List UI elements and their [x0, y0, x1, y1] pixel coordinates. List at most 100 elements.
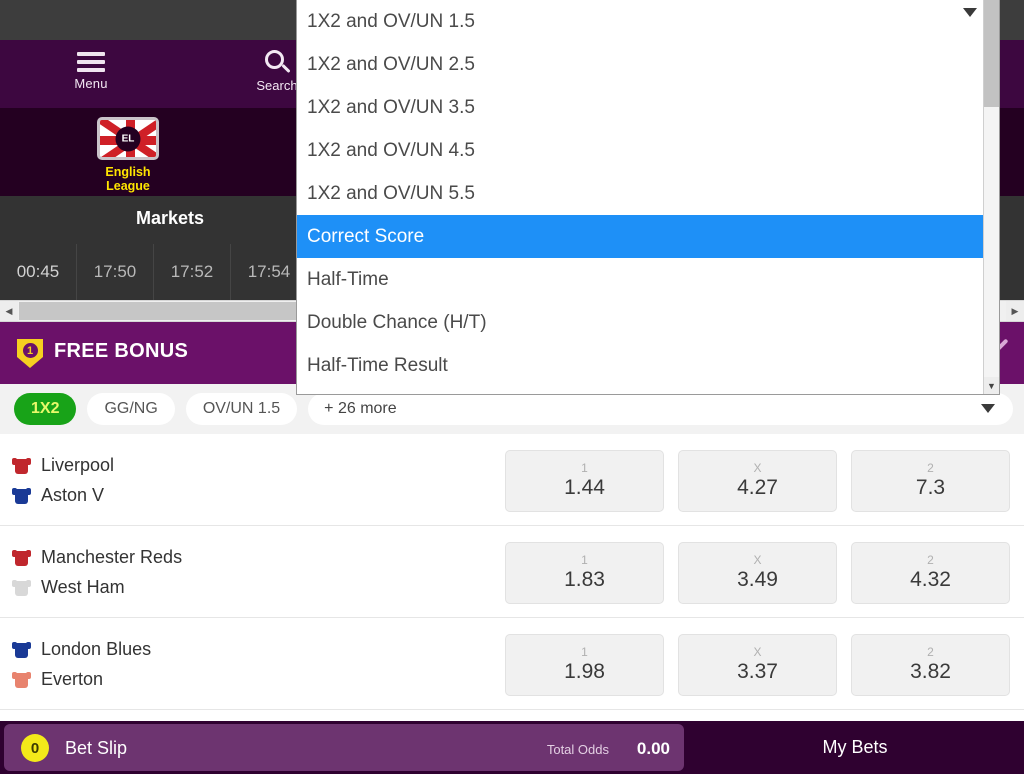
- markets-title: Markets: [135, 208, 205, 228]
- odds-group: 1 1.98 X 3.37 2 3.82: [505, 634, 1010, 696]
- league-item-english-league[interactable]: EL English League: [85, 117, 171, 193]
- odd-value: 1.83: [564, 568, 605, 591]
- odd-key: 2: [927, 645, 934, 659]
- dropdown-item[interactable]: 1X2 and OV/UN 4.5: [297, 129, 985, 172]
- home-team: Manchester Reds: [12, 542, 182, 572]
- search-icon: [263, 49, 291, 77]
- match-teams: Manchester Reds West Ham: [12, 542, 182, 602]
- odd-key: X: [753, 461, 762, 475]
- odd-button[interactable]: 1 1.44: [505, 450, 664, 512]
- bet-slip-button[interactable]: 0 Bet Slip Total Odds 0.00: [4, 724, 684, 771]
- odd-button[interactable]: 2 4.32: [851, 542, 1010, 604]
- team-name: Aston V: [41, 484, 105, 505]
- odds-group: 1 1.83 X 3.49 2 4.32: [505, 542, 1010, 604]
- scroll-left-arrow-icon[interactable]: ◀: [0, 301, 18, 321]
- bet-slip-count-badge: 0: [21, 734, 49, 762]
- team-name: Liverpool: [41, 454, 115, 475]
- dropdown-item[interactable]: 1X2 and OV/UN 5.5: [297, 172, 985, 215]
- odd-key: 2: [927, 461, 934, 475]
- away-team: Aston V: [12, 480, 114, 510]
- league-name-label: English League: [105, 165, 151, 193]
- match-row[interactable]: London Blues Everton 1 1.98 X 3.37 2 3.82: [0, 618, 1024, 710]
- match-list: Liverpool Aston V 1 1.44 X 4.27 2 7.3 Manchester…: [0, 434, 1024, 721]
- dropdown-item[interactable]: Half-Time Result: [297, 344, 985, 387]
- odd-value: 3.82: [910, 660, 951, 683]
- hamburger-icon: [77, 52, 105, 72]
- odd-value: 1.98: [564, 660, 605, 683]
- dropdown-item[interactable]: Correct Score: [297, 215, 985, 258]
- bottom-action-bar: 0 Bet Slip Total Odds 0.00 My Bets: [0, 721, 1024, 774]
- away-team: Everton: [12, 664, 151, 694]
- dropdown-item[interactable]: Double Chance (H/T): [297, 301, 985, 344]
- match-teams: Liverpool Aston V: [12, 450, 114, 510]
- jersey-icon: [12, 487, 31, 504]
- menu-button-label: Menu: [74, 76, 108, 91]
- odd-key: X: [753, 645, 762, 659]
- odd-key: X: [753, 553, 762, 567]
- league-badge-text: EL: [115, 126, 141, 151]
- total-odds-value: 0.00: [636, 739, 670, 758]
- match-row[interactable]: Liverpool Aston V 1 1.44 X 4.27 2 7.3: [0, 434, 1024, 526]
- chevron-down-icon: [981, 404, 995, 413]
- odd-button[interactable]: X 3.37: [678, 634, 837, 696]
- odd-button[interactable]: 2 3.82: [851, 634, 1010, 696]
- menu-button[interactable]: Menu: [62, 46, 120, 91]
- my-bets-label: My Bets: [822, 737, 888, 757]
- jersey-icon: [12, 457, 31, 474]
- market-dropdown-menu[interactable]: 1X2 and OV/UN 1.5 1X2 and OV/UN 2.5 1X2 an…: [296, 0, 1000, 395]
- free-bonus-label: FREE BONUS: [54, 340, 189, 362]
- jersey-icon: [12, 671, 31, 688]
- time-tab[interactable]: 17:52: [154, 244, 231, 300]
- jersey-icon: [12, 549, 31, 566]
- team-name: West Ham: [41, 576, 125, 597]
- odd-key: 1: [581, 461, 588, 475]
- odd-button[interactable]: 2 7.3: [851, 450, 1010, 512]
- jersey-icon: [12, 641, 31, 658]
- dropdown-item[interactable]: Half-Time: [297, 258, 985, 301]
- odds-group: 1 1.44 X 4.27 2 7.3: [505, 450, 1010, 512]
- away-team: West Ham: [12, 572, 182, 602]
- team-name: Everton: [41, 668, 104, 689]
- team-name: London Blues: [41, 638, 152, 659]
- time-tab[interactable]: 17:50: [77, 244, 154, 300]
- scroll-right-arrow-icon[interactable]: ▶: [1006, 301, 1024, 321]
- odd-value: 4.32: [910, 568, 951, 591]
- england-flag-icon: EL: [97, 117, 159, 160]
- odd-value: 1.44: [564, 476, 605, 499]
- dropdown-item[interactable]: 1X2 and OV/UN 1.5: [297, 0, 985, 43]
- market-dropdown-list: 1X2 and OV/UN 1.5 1X2 and OV/UN 2.5 1X2 an…: [297, 0, 985, 394]
- odd-button[interactable]: X 4.27: [678, 450, 837, 512]
- my-bets-button[interactable]: My Bets: [690, 724, 1020, 771]
- dropdown-scrollbar-thumb[interactable]: [984, 0, 999, 107]
- dropdown-item[interactable]: 1X2 and OV/UN 2.5: [297, 43, 985, 86]
- shield-icon: 1: [17, 339, 43, 368]
- team-name: Manchester Reds: [41, 546, 183, 567]
- market-chip[interactable]: 1X2: [14, 393, 77, 425]
- more-markets-label: + 26 more: [324, 400, 397, 417]
- odd-value: 7.3: [915, 476, 946, 499]
- dropdown-scrollbar[interactable]: ▼: [983, 0, 999, 394]
- home-team: London Blues: [12, 634, 151, 664]
- free-bonus-count: 1: [22, 343, 38, 358]
- market-chip[interactable]: OV/UN 1.5: [185, 393, 298, 425]
- total-odds-label: Total Odds: [546, 742, 609, 757]
- betting-app-screen: Menu Search EL English League Markets 00…: [0, 0, 1024, 774]
- odd-key: 1: [581, 553, 588, 567]
- odd-button[interactable]: 1 1.98: [505, 634, 664, 696]
- market-chip[interactable]: GG/NG: [87, 393, 175, 425]
- dropdown-chevron-down-icon[interactable]: [963, 8, 977, 17]
- match-teams: London Blues Everton: [12, 634, 151, 694]
- odd-value: 3.37: [737, 660, 778, 683]
- match-row[interactable]: Manchester Reds West Ham 1 1.83 X 3.49 2 4.32: [0, 526, 1024, 618]
- dropdown-item[interactable]: 1X2 and OV/UN 3.5: [297, 86, 985, 129]
- odd-key: 1: [581, 645, 588, 659]
- bet-slip-label: Bet Slip: [65, 738, 128, 758]
- time-tab[interactable]: 00:45: [0, 244, 77, 300]
- home-team: Liverpool: [12, 450, 114, 480]
- odd-value: 4.27: [737, 476, 778, 499]
- more-markets-chip[interactable]: + 26 more: [308, 393, 1013, 425]
- dropdown-scroll-down-icon[interactable]: ▼: [984, 377, 999, 394]
- odd-button[interactable]: X 3.49: [678, 542, 837, 604]
- odd-button[interactable]: 1 1.83: [505, 542, 664, 604]
- odd-value: 3.49: [737, 568, 778, 591]
